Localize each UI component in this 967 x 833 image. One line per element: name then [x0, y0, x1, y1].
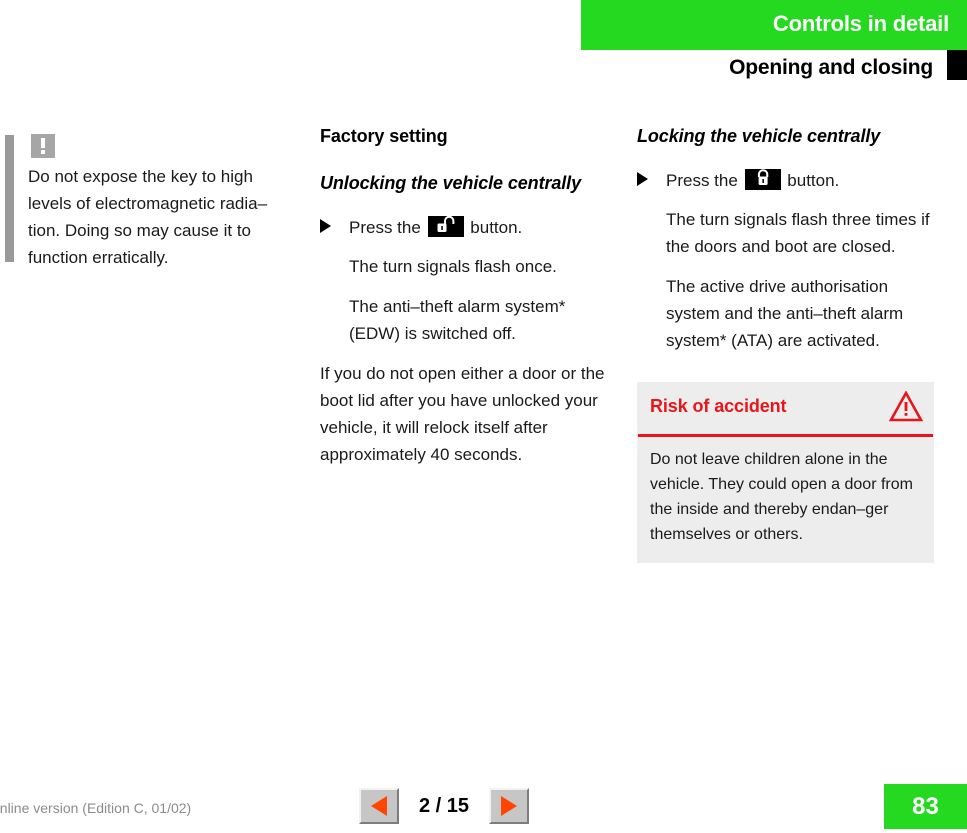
triangle-right-icon [501, 796, 517, 816]
unlock-result-1: The turn signals flash once. [349, 257, 557, 276]
page-number-box: 83 [884, 784, 967, 829]
page-indicator: 2 / 15 [418, 794, 470, 817]
right-column: Locking the vehicle centrally Press the … [637, 126, 942, 367]
section-title: Opening and closing [729, 56, 933, 79]
warning-body-text: Do not leave children alone in the vehic… [650, 451, 913, 543]
lock-button-icon[interactable] [744, 169, 781, 190]
margin-note-text: Do not expose the key to high levels of … [28, 167, 268, 267]
pager: 2 / 15 [359, 788, 529, 824]
step-text-suffix: button. [470, 218, 523, 237]
factory-setting-heading: Factory setting [320, 126, 448, 146]
step-arrow-icon [320, 219, 331, 233]
chapter-title: Controls in detail [772, 11, 949, 36]
step-arrow-icon [637, 172, 648, 186]
warning-header: Risk of accident [637, 382, 934, 434]
lock-step: Press the button. [637, 167, 942, 194]
lock-result-1: The turn signals flash three times if th… [666, 210, 930, 256]
edition-label: online version (Edition C, 01/02) [0, 800, 192, 816]
triangle-left-icon [371, 796, 387, 816]
unlock-button-icon[interactable] [427, 216, 464, 237]
unlocking-subheading: Unlocking the vehicle centrally [320, 173, 581, 193]
middle-column: Factory setting Unlocking the vehicle ce… [320, 126, 620, 481]
lock-result-2: The active drive authorisation system an… [666, 277, 904, 350]
warning-title: Risk of accident [650, 396, 787, 416]
step-text-prefix: Press the [666, 171, 738, 190]
next-page-button[interactable] [489, 788, 529, 824]
page-number: 83 [912, 792, 939, 820]
step-text-suffix: button. [787, 171, 840, 190]
risk-of-accident-warning-box: Risk of accident Do not leave children a… [637, 382, 934, 563]
relock-paragraph: If you do not open either a door or the … [320, 364, 605, 464]
previous-page-button[interactable] [359, 788, 399, 824]
warning-triangle-icon [888, 390, 924, 427]
unlock-result-2: The anti–theft alarm system* (EDW) is sw… [349, 297, 566, 343]
exclamation-notice-icon [31, 134, 55, 158]
margin-change-bar [5, 135, 14, 262]
black-tab-marker-icon [947, 50, 967, 80]
unlock-step: Press the button. [320, 214, 620, 241]
locking-subheading: Locking the vehicle centrally [637, 126, 881, 146]
step-text-prefix: Press the [349, 218, 421, 237]
